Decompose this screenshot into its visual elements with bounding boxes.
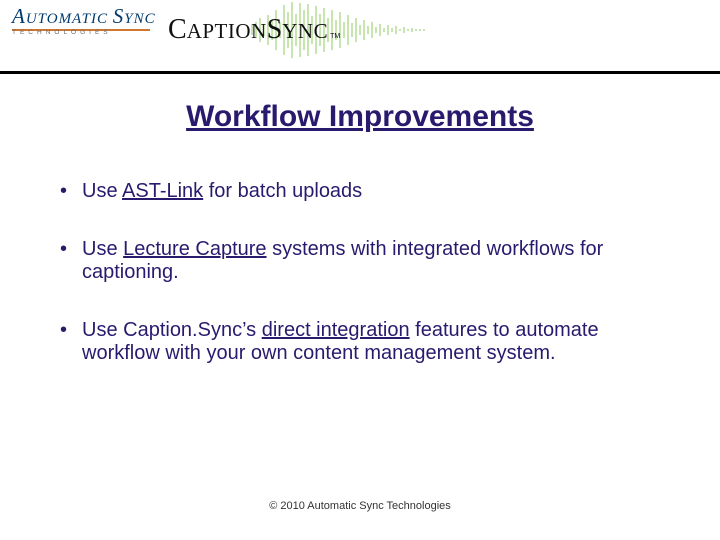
slide-title: Workflow Improvements xyxy=(186,100,534,134)
slide-header: AUTOMATIC SYNC TECHNOLOGIES xyxy=(0,0,720,74)
logo-ast-ync: YNC xyxy=(124,11,155,27)
bullet-2-link: Lecture Capture xyxy=(123,238,266,260)
bullet-2-pre: Use xyxy=(82,238,123,260)
header-divider xyxy=(0,71,720,74)
bullet-item-1: Use AST-Link for batch uploads xyxy=(54,180,666,204)
slide: AUTOMATIC SYNC TECHNOLOGIES xyxy=(0,0,720,540)
slide-title-wrap: Workflow Improvements xyxy=(0,100,720,134)
logo-ast-utomatic: UTOMATIC xyxy=(26,11,113,27)
bullet-3-pre: Use Caption.Sync’s xyxy=(82,319,262,341)
bullet-item-2: Use Lecture Capture systems with integra… xyxy=(54,238,666,285)
bullet-1-pre: Use xyxy=(82,180,122,202)
bullet-item-3: Use Caption.Sync’s direct integration fe… xyxy=(54,319,666,366)
logo-cs-ync: YNC xyxy=(282,19,328,44)
logo-ast-line1: AUTOMATIC SYNC xyxy=(12,4,156,29)
logo-ast-cap-s: S xyxy=(113,4,125,28)
bullet-1-post: for batch uploads xyxy=(203,180,362,202)
bullet-3-link: direct integration xyxy=(262,319,410,341)
logo-automatic-sync: AUTOMATIC SYNC TECHNOLOGIES xyxy=(12,4,156,36)
logo-cs-tm: TM xyxy=(330,33,340,40)
logo-ast-line2: TECHNOLOGIES xyxy=(12,29,156,36)
bullet-1-link: AST-Link xyxy=(122,180,203,202)
slide-content: Use AST-Link for batch uploads Use Lectu… xyxy=(54,180,666,366)
logo-ast-cap-a: A xyxy=(12,4,26,28)
slide-footer: © 2010 Automatic Sync Technologies xyxy=(0,500,720,512)
logo-cs-cap-c: C xyxy=(168,14,187,46)
logo-cs-aption: APTION xyxy=(187,19,267,44)
logo-captionsync: CAPTIONSYNCTM xyxy=(168,14,340,46)
logo-cs-cap-s: S xyxy=(267,14,283,46)
bullet-list: Use AST-Link for batch uploads Use Lectu… xyxy=(54,180,666,366)
